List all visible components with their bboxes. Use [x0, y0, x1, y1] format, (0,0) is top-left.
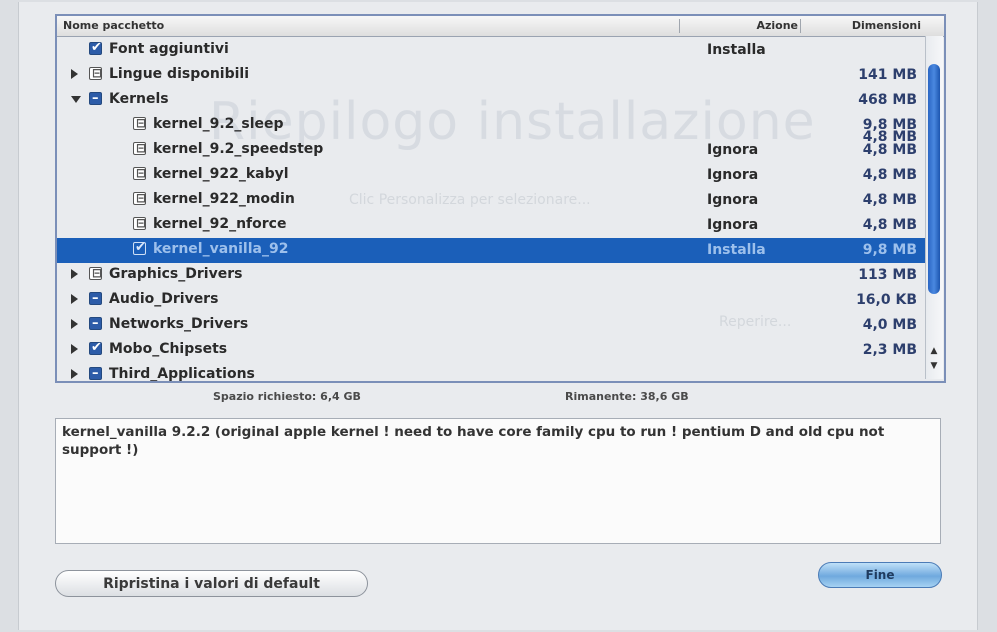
package-checkbox[interactable]: ⊟	[133, 166, 147, 180]
package-name: Lingue disponibili	[109, 66, 250, 82]
header-package-name[interactable]: Nome pacchetto	[63, 19, 164, 32]
package-size: 2,3 MB	[862, 342, 917, 358]
disclosure-closed-icon[interactable]	[71, 269, 78, 279]
package-name: kernel_9.2_speedstep	[153, 141, 324, 157]
required-space: Spazio richiesto: 6,4 GB	[213, 390, 361, 403]
remaining-space: Rimanente: 38,6 GB	[565, 390, 689, 403]
table-row[interactable]: ⊟ kernel_922_kabyl Ignora 4,8 MB	[57, 163, 927, 188]
package-action[interactable]: Ignora	[707, 217, 797, 233]
empty-check-icon: ⊟	[136, 141, 147, 155]
package-name: kernel_9.2_sleep	[153, 116, 284, 132]
package-table: Nome pacchetto Azione Dimensioni ✔ Font a…	[55, 14, 946, 383]
remaining-space-label: Rimanente:	[565, 390, 637, 403]
package-action[interactable]: Ignora	[707, 142, 797, 158]
package-checkbox[interactable]: ✔	[133, 240, 146, 255]
package-checkbox[interactable]: –	[89, 291, 102, 306]
package-size: 4,8 MB	[862, 217, 917, 233]
check-icon: ✔	[91, 40, 102, 55]
empty-check-icon: ⊟	[136, 166, 147, 180]
package-checkbox[interactable]: –	[89, 316, 102, 331]
package-checkbox[interactable]: ⊟	[89, 66, 103, 80]
package-name: kernel_92_nforce	[153, 216, 287, 232]
table-row[interactable]: ✔ Font aggiuntivi Installa	[57, 38, 927, 63]
empty-check-icon: ⊟	[92, 66, 103, 80]
package-size: 4,8 MB	[862, 192, 917, 208]
package-size: 468 MB	[858, 92, 917, 108]
required-space-label: Spazio richiesto:	[213, 390, 317, 403]
disclosure-closed-icon[interactable]	[71, 344, 78, 354]
scroll-thumb[interactable]	[928, 64, 940, 294]
package-checkbox[interactable]: ⊟	[133, 191, 147, 205]
package-action[interactable]: Ignora	[707, 167, 797, 183]
empty-check-icon: ⊟	[136, 116, 147, 130]
table-row[interactable]: ⊟ kernel_92_nforce Ignora 4,8 MB	[57, 213, 927, 238]
disclosure-closed-icon[interactable]	[71, 369, 78, 379]
mixed-state-icon: –	[92, 291, 99, 306]
empty-check-icon: ⊟	[136, 191, 147, 205]
package-checkbox[interactable]: ⊟	[133, 116, 147, 130]
package-checkbox[interactable]: ✔	[89, 40, 102, 55]
scrollbar[interactable]: ▲ ▼	[925, 36, 943, 379]
table-row[interactable]: ⊟ Graphics_Drivers 113 MB	[57, 263, 927, 288]
disclosure-closed-icon[interactable]	[71, 319, 78, 329]
package-action[interactable]: Ignora	[707, 192, 797, 208]
mixed-state-icon: –	[92, 91, 99, 106]
package-checkbox[interactable]: ⊟	[89, 266, 103, 280]
package-size: 16,0 KB	[856, 292, 917, 308]
empty-check-icon: ⊟	[136, 216, 147, 230]
table-row[interactable]: ⊟ kernel_9.2_speedstep Ignora 4,8 MB	[57, 138, 927, 163]
package-size: 9,8 MB	[862, 242, 917, 258]
package-name: Font aggiuntivi	[109, 41, 229, 57]
mixed-state-icon: –	[92, 366, 99, 381]
table-row[interactable]: – Third_Applications	[57, 363, 927, 382]
package-name: Audio_Drivers	[109, 291, 219, 307]
table-row[interactable]: – Audio_Drivers 16,0 KB	[57, 288, 927, 313]
package-checkbox[interactable]: –	[89, 366, 102, 381]
package-checkbox[interactable]: ⊟	[133, 216, 147, 230]
required-space-value: 6,4 GB	[320, 390, 361, 403]
table-row[interactable]: – Kernels 468 MB	[57, 88, 927, 113]
package-checkbox[interactable]: ⊟	[133, 141, 147, 155]
package-name: kernel_922_modin	[153, 191, 295, 207]
disclosure-open-icon[interactable]	[71, 96, 81, 103]
package-size: 4,0 MB	[862, 317, 917, 333]
empty-check-icon: ⊟	[92, 266, 103, 280]
package-name: Mobo_Chipsets	[109, 341, 228, 357]
package-name: kernel_vanilla_92	[153, 241, 289, 257]
package-checkbox[interactable]: ✔	[89, 340, 102, 355]
header-action[interactable]: Azione	[679, 19, 798, 33]
extra-size-value: 4,8 MB	[862, 129, 917, 145]
disclosure-closed-icon[interactable]	[71, 69, 78, 79]
package-size: 113 MB	[858, 267, 917, 283]
done-button[interactable]: Fine	[818, 562, 942, 588]
table-row[interactable]: – Networks_Drivers 4,0 MB	[57, 313, 927, 338]
scroll-down-arrow-icon[interactable]: ▼	[928, 360, 940, 372]
package-name: Networks_Drivers	[109, 316, 249, 332]
package-name: kernel_922_kabyl	[153, 166, 289, 182]
table-row[interactable]: ⊟ kernel_9.2_sleep 9,8 MB	[57, 113, 927, 138]
package-checkbox[interactable]: –	[89, 91, 102, 106]
reset-defaults-button[interactable]: Ripristina i valori di default	[55, 570, 368, 597]
disclosure-closed-icon[interactable]	[71, 294, 78, 304]
table-row[interactable]: ⊟ kernel_922_modin Ignora 4,8 MB	[57, 188, 927, 213]
package-name: Graphics_Drivers	[109, 266, 243, 282]
header-size[interactable]: Dimensioni	[800, 19, 921, 33]
scroll-up-arrow-icon[interactable]: ▲	[928, 345, 940, 357]
package-size: 141 MB	[858, 67, 917, 83]
package-name: Third_Applications	[109, 366, 255, 382]
package-action[interactable]: Installa	[707, 42, 797, 58]
package-description: kernel_vanilla 9.2.2 (original apple ker…	[55, 418, 941, 544]
check-icon: ✔	[91, 340, 102, 355]
check-icon: ✔	[135, 240, 146, 255]
table-row[interactable]: ✔ Mobo_Chipsets 2,3 MB	[57, 338, 927, 363]
table-row[interactable]: ✔ kernel_vanilla_92 Installa 9,8 MB	[57, 238, 927, 263]
remaining-space-value: 38,6 GB	[640, 390, 689, 403]
table-header: Nome pacchetto Azione Dimensioni	[57, 16, 944, 37]
package-size: 4,8 MB	[862, 167, 917, 183]
mixed-state-icon: –	[92, 316, 99, 331]
table-row[interactable]: ⊟ Lingue disponibili 141 MB	[57, 63, 927, 88]
package-name: Kernels	[109, 91, 169, 107]
package-action[interactable]: Installa	[707, 242, 797, 258]
